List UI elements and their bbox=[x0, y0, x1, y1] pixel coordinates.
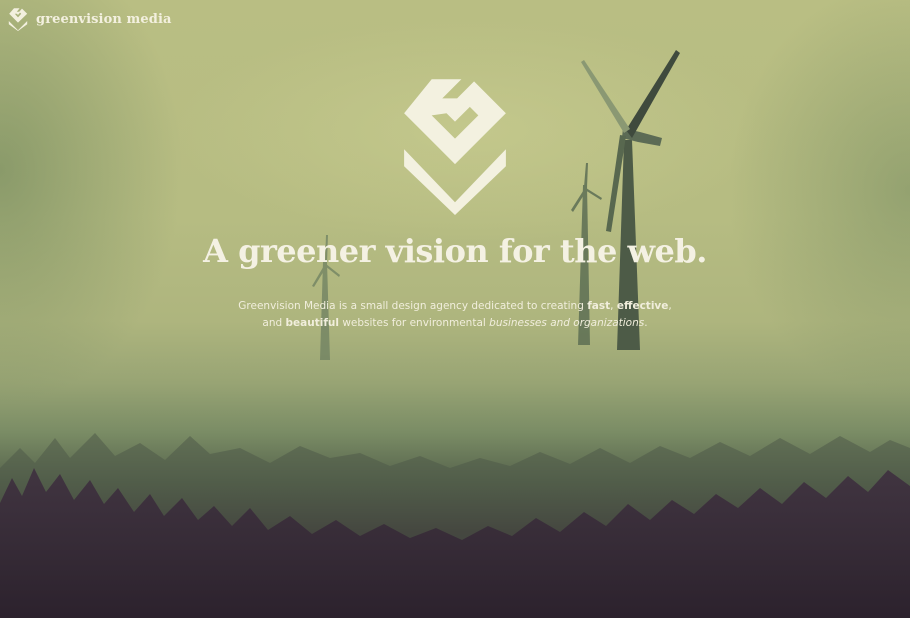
tagline-text: Greenvision Media is a small design agen… bbox=[238, 300, 588, 312]
tagline-emphasis-businesses: businesses and organizations bbox=[489, 317, 645, 329]
tagline-text: and bbox=[262, 317, 286, 329]
tagline-text: . bbox=[644, 317, 648, 329]
tagline-line-1: Greenvision Media is a small design agen… bbox=[0, 298, 910, 315]
brand-home-link[interactable]: greenvision media bbox=[8, 7, 172, 31]
tagline-line-2: and beautiful websites for environmental… bbox=[0, 315, 910, 332]
tagline-text: , bbox=[668, 300, 672, 312]
tagline-emphasis-beautiful: beautiful bbox=[285, 317, 339, 329]
forest-silhouette bbox=[0, 433, 910, 618]
tagline-emphasis-effective: effective bbox=[616, 300, 669, 312]
tagline-text: websites for environmental bbox=[338, 317, 490, 329]
greenvision-logo-icon bbox=[8, 8, 28, 31]
hero-headline: A greener vision for the web. bbox=[203, 232, 707, 270]
tagline-text: , bbox=[610, 300, 617, 312]
hero-tagline: Greenvision Media is a small design agen… bbox=[0, 298, 910, 332]
greenvision-large-logo bbox=[404, 79, 506, 215]
brand-name: greenvision media bbox=[36, 11, 172, 27]
tagline-emphasis-fast: fast bbox=[587, 300, 611, 312]
